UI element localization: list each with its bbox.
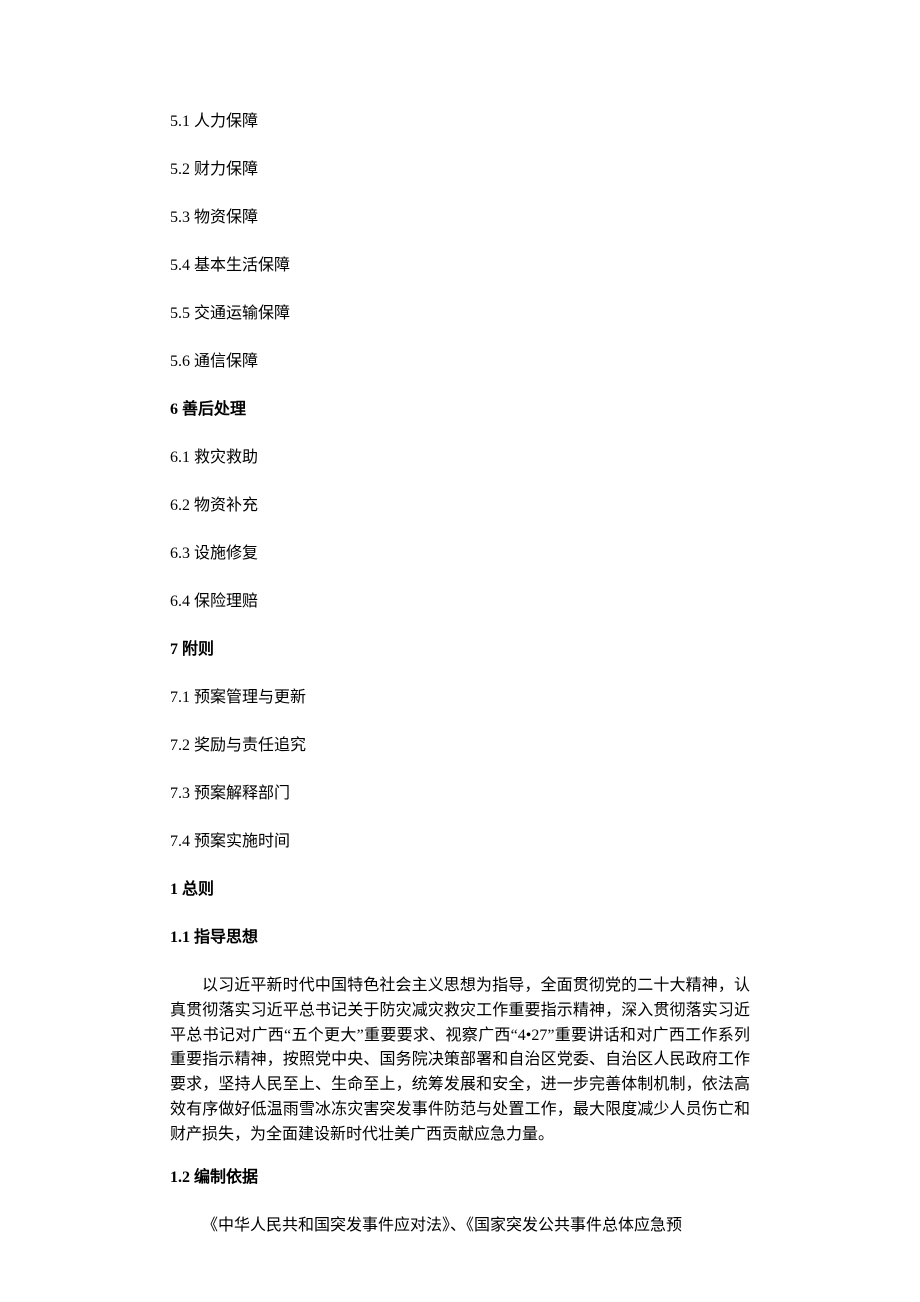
toc-text: 5.1 人力保障	[170, 113, 258, 130]
toc-item-7-2: 7.2 奖励与责任追究	[170, 734, 750, 758]
toc-item-7-1: 7.1 预案管理与更新	[170, 686, 750, 710]
paragraph-1-2: 《中华人民共和国突发事件应对法》、《国家突发公共事件总体应急预	[170, 1214, 750, 1239]
toc-text: 5.4 基本生活保障	[170, 257, 290, 274]
toc-text: 5.6 通信保障	[170, 353, 258, 370]
toc-item-6-4: 6.4 保险理赔	[170, 590, 750, 614]
toc-item-5-4: 5.4 基本生活保障	[170, 254, 750, 278]
toc-item-7-3: 7.3 预案解释部门	[170, 782, 750, 806]
toc-text: 7 附则	[170, 641, 214, 658]
section-heading-1-1: 1.1 指导思想	[170, 926, 750, 950]
section-heading-1-2: 1.2 编制依据	[170, 1166, 750, 1190]
toc-text: 7.2 奖励与责任追究	[170, 737, 306, 754]
toc-item-7-4: 7.4 预案实施时间	[170, 830, 750, 854]
toc-item-5-5: 5.5 交通运输保障	[170, 302, 750, 326]
toc-item-5-2: 5.2 财力保障	[170, 158, 750, 182]
toc-text: 7.1 预案管理与更新	[170, 689, 306, 706]
toc-text: 7.3 预案解释部门	[170, 785, 290, 802]
toc-text: 6.1 救灾救助	[170, 449, 258, 466]
toc-text: 5.3 物资保障	[170, 209, 258, 226]
toc-text: 5.5 交通运输保障	[170, 305, 290, 322]
paragraph-text: 《中华人民共和国突发事件应对法》、《国家突发公共事件总体应急预	[202, 1217, 682, 1234]
toc-text: 6.3 设施修复	[170, 545, 258, 562]
paragraph-text: 以习近平新时代中国特色社会主义思想为指导，全面贯彻党的二十大精神，认真贯彻落实习…	[170, 977, 750, 1143]
toc-heading-7: 7 附则	[170, 638, 750, 662]
toc-text: 7.4 预案实施时间	[170, 833, 290, 850]
heading-text: 1.1 指导思想	[170, 929, 258, 946]
paragraph-1-1: 以习近平新时代中国特色社会主义思想为指导，全面贯彻党的二十大精神，认真贯彻落实习…	[170, 974, 750, 1148]
toc-text: 6.2 物资补充	[170, 497, 258, 514]
toc-item-5-3: 5.3 物资保障	[170, 206, 750, 230]
heading-text: 1.2 编制依据	[170, 1169, 258, 1186]
toc-text: 6.4 保险理赔	[170, 593, 258, 610]
toc-text: 5.2 财力保障	[170, 161, 258, 178]
toc-item-6-3: 6.3 设施修复	[170, 542, 750, 566]
toc-text: 6 善后处理	[170, 401, 246, 418]
toc-item-5-1: 5.1 人力保障	[170, 110, 750, 134]
section-heading-1: 1 总则	[170, 878, 750, 902]
toc-heading-6: 6 善后处理	[170, 398, 750, 422]
toc-item-6-2: 6.2 物资补充	[170, 494, 750, 518]
heading-text: 1 总则	[170, 881, 214, 898]
toc-item-6-1: 6.1 救灾救助	[170, 446, 750, 470]
toc-item-5-6: 5.6 通信保障	[170, 350, 750, 374]
